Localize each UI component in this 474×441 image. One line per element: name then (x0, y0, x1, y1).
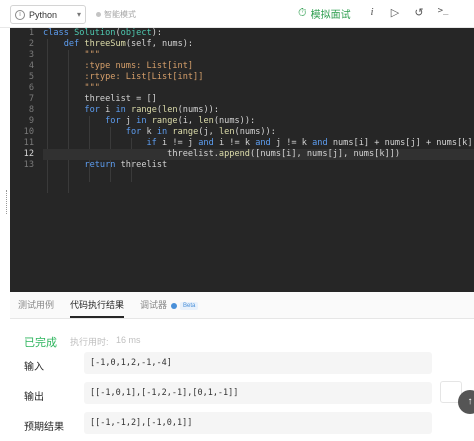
expected-value: [[-1,-1,2],[-1,0,1]] (84, 412, 432, 434)
info-icon: i (15, 9, 25, 20)
runtime-value: 16 ms (116, 335, 141, 345)
code-editor[interactable]: 1 2 3 4 5 6 7 8 9 10 11 12 13 class Solu… (10, 28, 474, 292)
input-label: 输入 (24, 362, 44, 373)
input-value: [-1,0,1,2,-1,-4] (84, 352, 432, 374)
code-line: threelist = [] (43, 94, 157, 104)
resize-handle[interactable] (6, 190, 9, 214)
line-number: 2 (28, 39, 34, 49)
status-badge: 已完成 (24, 337, 57, 349)
tab-debugger[interactable]: 调试器 Beta (132, 298, 206, 318)
code-line: class Solution(object): (43, 28, 163, 38)
line-number-gutter: 1 2 3 4 5 6 7 8 9 10 11 12 13 (10, 28, 38, 292)
code-line: for i in range(len(nums)): (84, 105, 220, 115)
code-line: :type nums: List[int] (84, 61, 194, 71)
code-line: """ (84, 83, 100, 93)
info-icon[interactable]: i (365, 6, 379, 18)
code-line: if i != j and i != k and j != k and nums… (146, 138, 473, 148)
result-panel: 已完成 执行用时: 16 ms 输入 [-1,0,1,2,-1,-4] 输出 [… (10, 319, 474, 441)
language-select[interactable]: i Python ▾ (10, 5, 86, 24)
tab-run-result[interactable]: 代码执行结果 (62, 298, 132, 318)
code-line: for j in range(i, len(nums)): (105, 116, 256, 126)
runtime-label: 执行用时: (70, 337, 109, 347)
tab-label: 测试用例 (18, 300, 55, 310)
code-line: for k in range(j, len(nums)): (125, 127, 276, 137)
terminal-icon[interactable]: >_ (436, 6, 450, 16)
code-line-active: threelist.append([nums[i], nums[j], nums… (43, 149, 474, 160)
code-line: return threelist (84, 160, 168, 170)
chevron-down-icon: ▾ (76, 10, 81, 19)
smart-mode-label: 智能模式 (104, 10, 136, 19)
mock-interview-button[interactable]: ⏱ 模拟面试 (298, 6, 351, 21)
tab-label: 代码执行结果 (70, 300, 125, 310)
editor-toolbar: i Python ▾ 智能模式 ⏱ 模拟面试 i ▷ ↺ >_ (0, 0, 474, 28)
beta-badge: Beta (180, 301, 199, 310)
smart-mode-toggle[interactable]: 智能模式 (96, 9, 136, 20)
clock-icon: ⏱ (298, 7, 307, 19)
reset-icon[interactable]: ↺ (412, 6, 426, 19)
tab-test-cases[interactable]: 测试用例 (10, 298, 62, 318)
expected-label: 预期结果 (24, 422, 64, 433)
code-line: def threeSum(self, nums): (63, 39, 194, 49)
line-number-active: 12 (23, 149, 34, 159)
mock-interview-label: 模拟面试 (310, 10, 351, 21)
toggle-dot-icon (96, 12, 101, 17)
code-line: :rtype: List[List[int]] (84, 72, 204, 82)
line-number: 4 (28, 61, 34, 71)
line-number: 3 (28, 50, 34, 60)
output-label: 输出 (24, 392, 44, 403)
line-number: 7 (28, 94, 34, 104)
beta-icon (171, 302, 178, 309)
language-label: Python (29, 9, 58, 20)
line-number: 11 (23, 138, 34, 148)
line-number: 6 (28, 83, 34, 93)
line-number: 10 (23, 127, 34, 137)
line-number: 1 (28, 28, 34, 38)
run-icon[interactable]: ▷ (388, 6, 402, 19)
tab-label: 调试器 (140, 300, 168, 310)
code-line: """ (84, 50, 100, 60)
line-number: 9 (28, 116, 34, 126)
line-number: 5 (28, 72, 34, 82)
code-area[interactable]: class Solution(object): def threeSum(sel… (43, 28, 474, 292)
output-value: [[-1,0,1],[-1,2,-1],[0,1,-1]] (84, 382, 432, 404)
line-number: 8 (28, 105, 34, 115)
line-number: 13 (23, 160, 34, 170)
result-tabs: 测试用例 代码执行结果 调试器 Beta (10, 292, 474, 319)
